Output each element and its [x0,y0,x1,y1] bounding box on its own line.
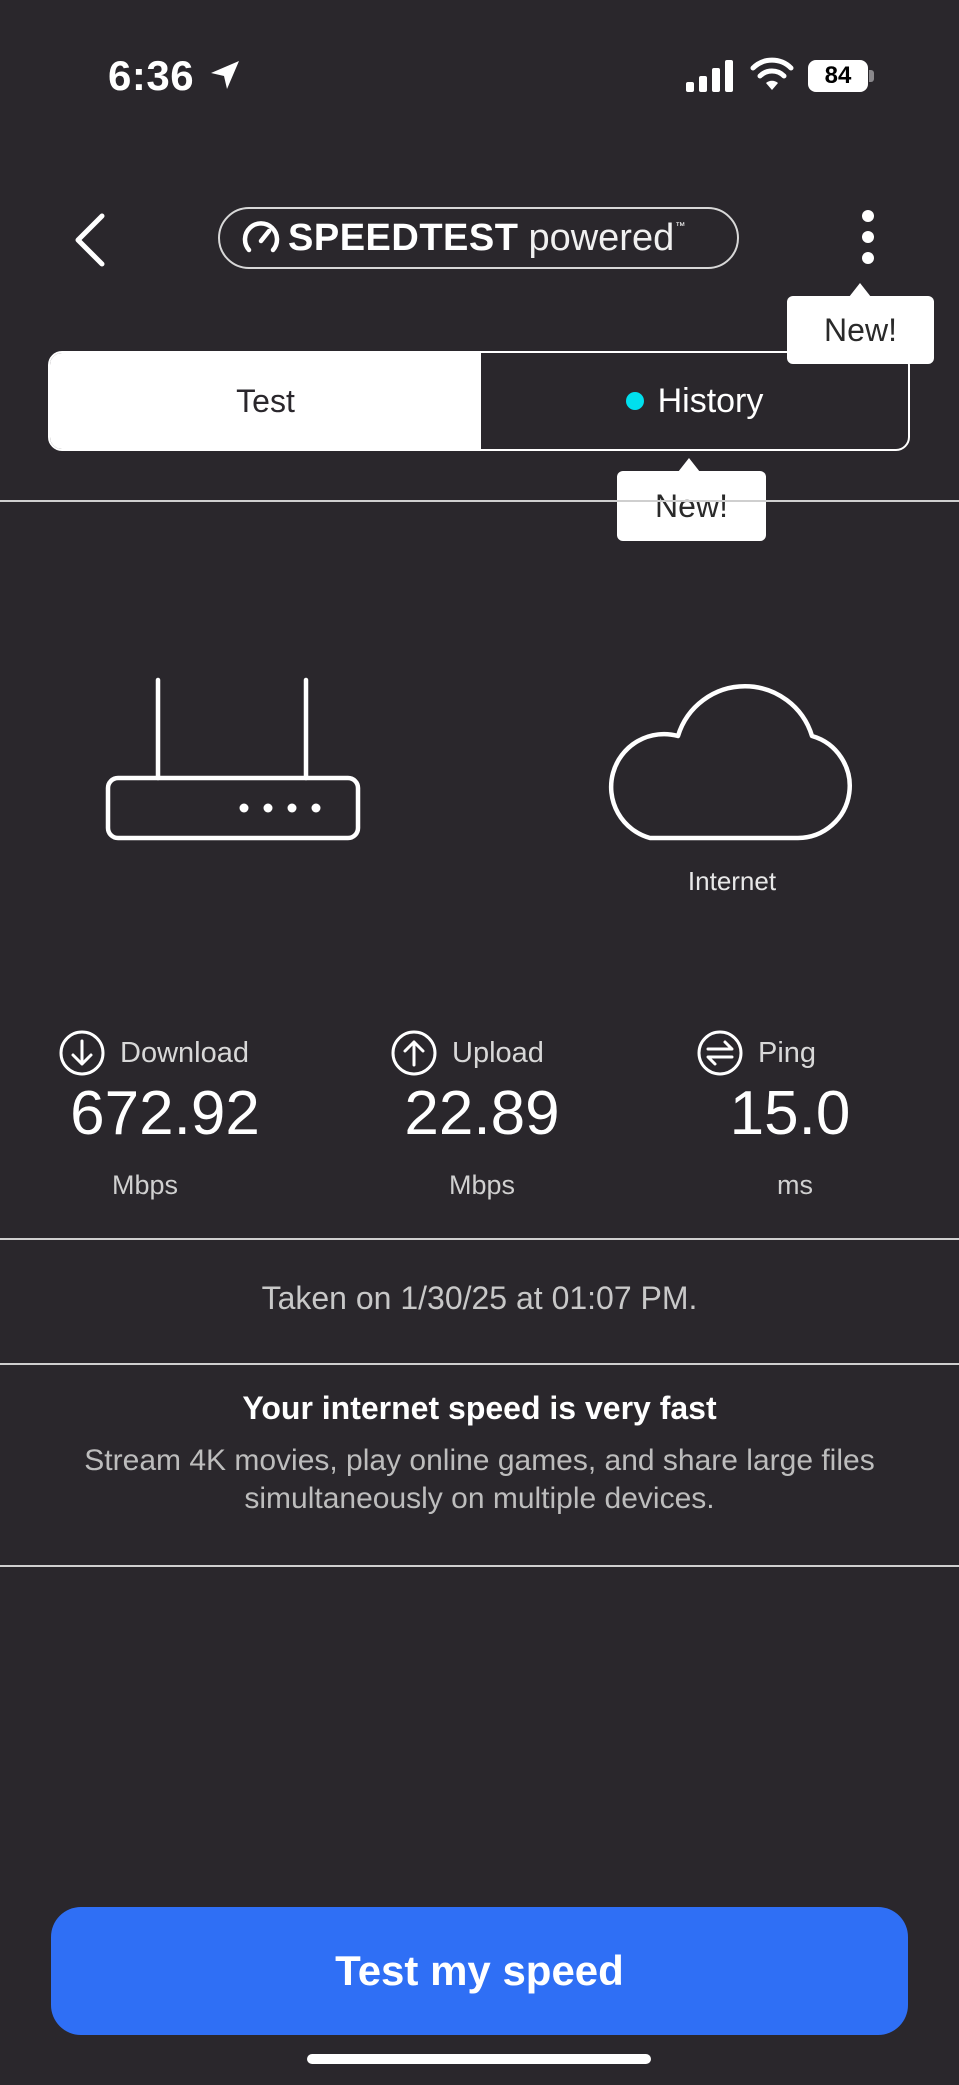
menu-tooltip-arrow [849,283,871,297]
internet-label: Internet [687,866,777,896]
upload-unit: Mbps [448,1170,516,1200]
upload-metric-header: Upload [390,1029,544,1077]
verdict-title: Your internet speed is very fast [242,1390,717,1426]
upload-value: 22.89 [404,1079,560,1148]
divider-top [0,500,959,502]
new-indicator-dot [625,392,644,410]
test-my-speed-button[interactable]: Test my speed [51,1907,908,2035]
battery-indicator: 84 [808,60,868,92]
download-arrow-icon [59,1030,105,1076]
back-chevron-icon[interactable] [70,212,110,268]
signal-icon [686,60,733,92]
verdict-description: Stream 4K movies, play online games, and… [84,1444,875,1515]
cloud-icon [608,684,852,841]
upload-label: Upload [452,1036,544,1069]
speedtest-logo: SPEEDTEST powered ™ [218,207,739,269]
download-unit: Mbps [111,1170,179,1200]
ping-icon [697,1030,743,1076]
more-vertical-icon[interactable] [850,208,886,266]
ping-value: 15.0 [729,1079,851,1148]
status-time: 6:36 [108,52,195,99]
download-label: Download [120,1036,249,1069]
history-new-tooltip: New! [617,471,766,541]
location-arrow-icon [211,61,239,89]
wifi-icon [750,57,794,90]
logo-trademark: ™ [675,221,686,232]
download-metric-header: Download [58,1029,249,1077]
tab-test[interactable]: Test [50,353,481,449]
logo-powered: powered [528,216,675,259]
download-value: 672.92 [70,1079,260,1148]
ping-unit: ms [777,1170,813,1200]
tab-switcher: Test History [48,351,910,451]
router-icon [105,677,361,841]
divider-taken [0,1363,959,1365]
speedometer-icon [242,221,280,253]
home-indicator[interactable] [307,2054,651,2064]
tab-test-label: Test [236,382,295,419]
battery-level: 84 [824,62,852,89]
upload-arrow-icon [391,1030,437,1076]
history-tooltip-arrow [678,458,700,472]
battery-cap [869,70,874,82]
divider-verdict [0,1565,959,1567]
ping-metric-header: Ping [696,1029,816,1077]
logo-brand: SPEEDTEST [288,216,519,259]
tab-history-label: History [657,381,764,420]
taken-timestamp: Taken on 1/30/25 at 01:07 PM. [261,1280,698,1316]
ping-label: Ping [758,1036,817,1069]
tab-history[interactable]: History [481,353,908,449]
divider-metrics [0,1238,959,1240]
